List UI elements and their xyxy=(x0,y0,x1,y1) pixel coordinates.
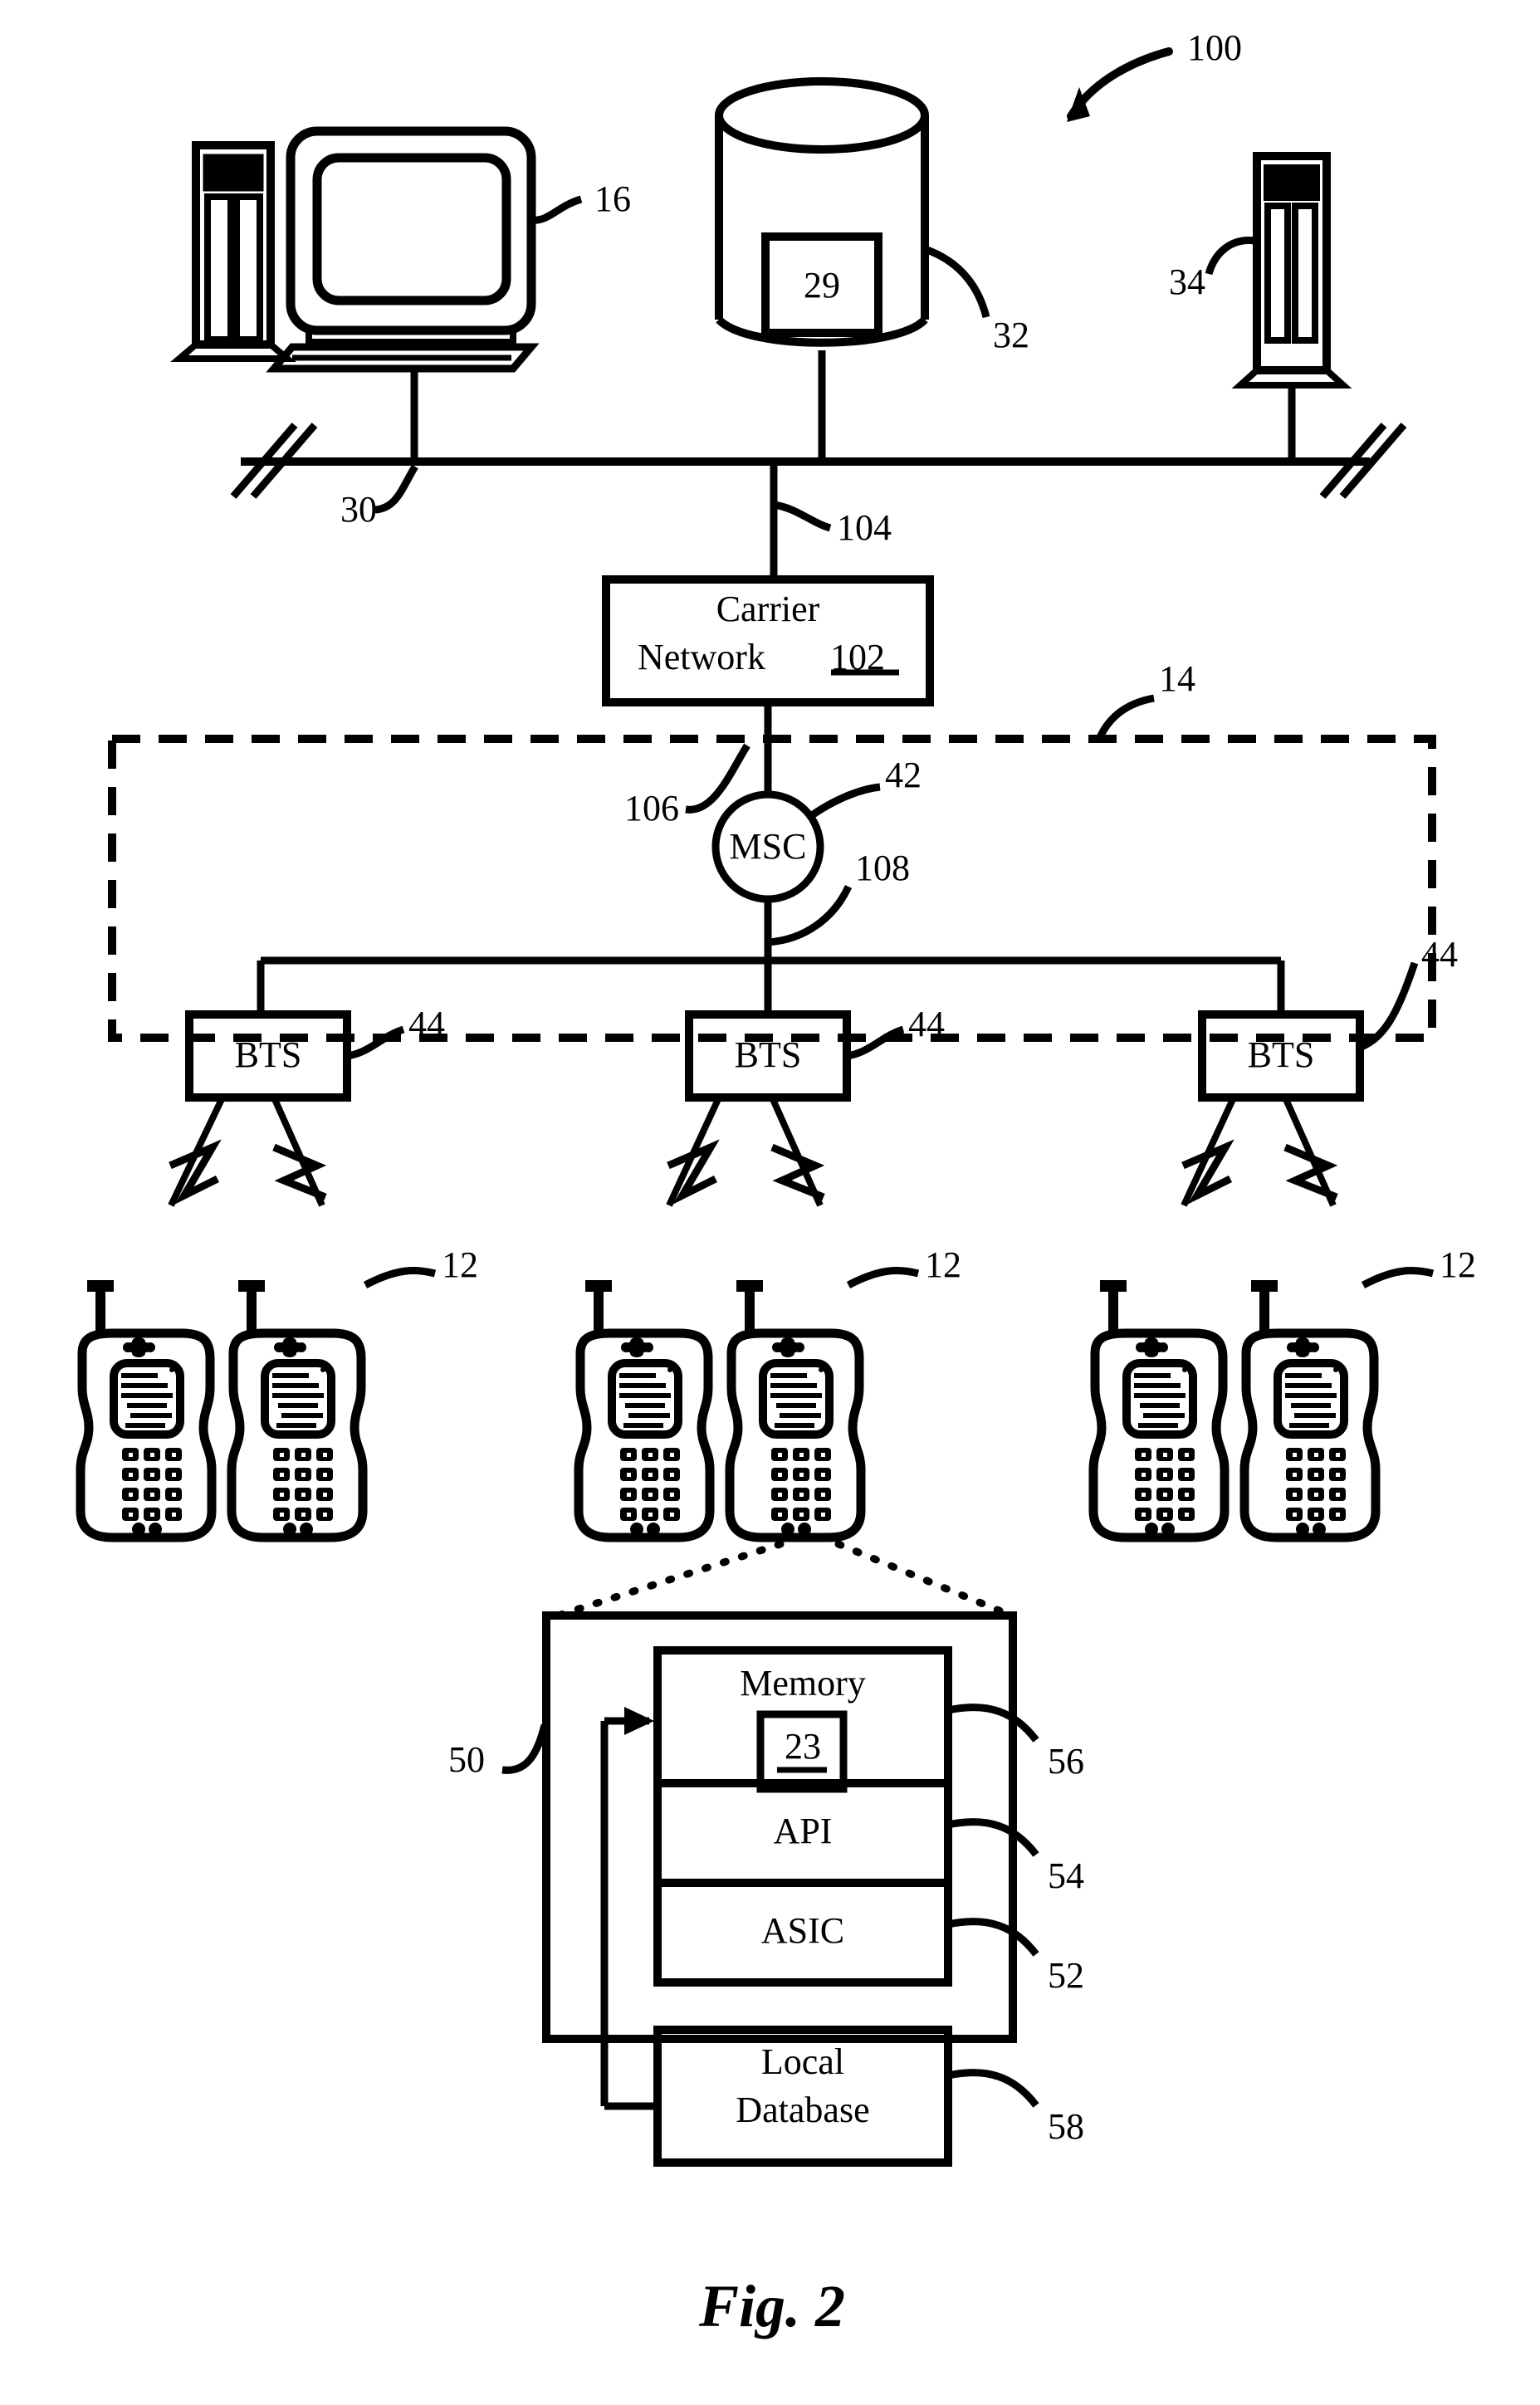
local-database-label-line2: Database xyxy=(736,2090,870,2130)
ref-label-44-center: 44 xyxy=(908,1004,945,1044)
ref-label-14: 14 xyxy=(1159,658,1195,699)
local-database-label-line1: Local xyxy=(760,2041,845,2082)
ref-label-44-left: 44 xyxy=(408,1004,445,1044)
ref-label-50: 50 xyxy=(448,1739,485,1780)
bts-label-left: BTS xyxy=(234,1034,302,1075)
asic-module-label: ASIC xyxy=(760,1910,845,1951)
api-module-label: API xyxy=(773,1811,833,1851)
bts-label-center: BTS xyxy=(734,1034,802,1075)
ref-label-16: 16 xyxy=(594,178,631,219)
ref-label-58: 58 xyxy=(1048,2106,1084,2147)
ref-label-54: 54 xyxy=(1048,1855,1084,1896)
memory-inner-ref-label: 23 xyxy=(785,1726,821,1767)
ref-label-12-center: 12 xyxy=(925,1244,961,1285)
bts-label-right: BTS xyxy=(1247,1034,1315,1075)
ref-label-32: 32 xyxy=(993,315,1029,355)
msc-label: MSC xyxy=(729,826,807,867)
figure-ref-100: 100 xyxy=(1187,27,1242,68)
ref-label-108: 108 xyxy=(855,848,910,888)
memory-module-label: Memory xyxy=(740,1663,866,1704)
carrier-network-label-line2: Network xyxy=(638,637,765,677)
ref-label-56: 56 xyxy=(1048,1741,1084,1782)
carrier-network-label-line1: Carrier xyxy=(716,589,820,629)
ref-label-12-right: 12 xyxy=(1440,1244,1476,1285)
ref-label-44-right: 44 xyxy=(1421,934,1458,975)
ref-label-34: 34 xyxy=(1169,262,1205,302)
ref-label-104: 104 xyxy=(837,507,892,548)
ref-label-30: 30 xyxy=(340,489,377,530)
carrier-network-ref: 102 xyxy=(830,637,885,677)
ref-label-42: 42 xyxy=(885,755,922,795)
database-inner-ref: 29 xyxy=(804,265,840,306)
ref-label-106: 106 xyxy=(624,788,679,829)
ref-label-12-left: 12 xyxy=(442,1244,478,1285)
ref-label-52: 52 xyxy=(1048,1955,1084,1996)
figure-caption: Fig. 2 xyxy=(698,2273,846,2339)
